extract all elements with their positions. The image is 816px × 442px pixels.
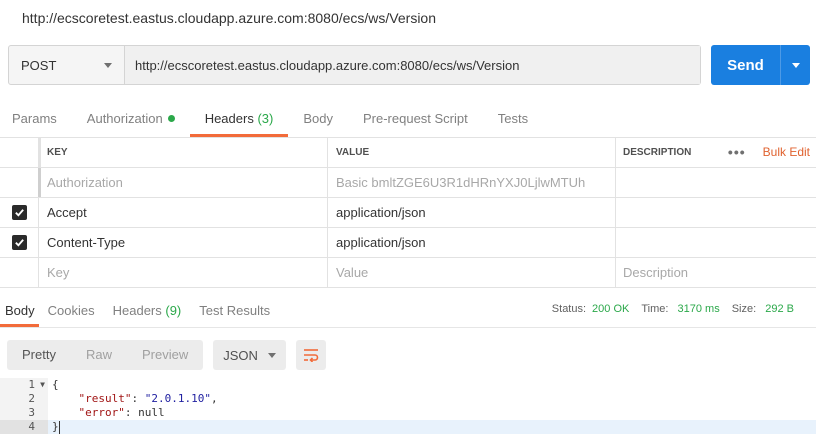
chevron-down-icon — [791, 62, 800, 68]
send-button[interactable]: Send — [711, 45, 780, 85]
status-dot-icon — [167, 115, 175, 122]
table-row-new: Key Value Description — [0, 258, 816, 288]
size-label: Size: — [731, 303, 757, 315]
raw-button[interactable]: Raw — [71, 340, 127, 370]
table-header-check-cell — [0, 138, 38, 167]
column-header-value: VALUE — [327, 138, 615, 167]
bulk-edit-link[interactable]: Bulk Edit — [763, 138, 810, 167]
chevron-down-icon — [104, 62, 112, 68]
table-header-actions: ••• Bulk Edit — [728, 138, 810, 167]
header-key-cell[interactable]: Authorization — [38, 168, 327, 197]
code-text: "error": null — [78, 406, 165, 419]
line-number: 3 — [0, 406, 48, 420]
preview-button[interactable]: Preview — [127, 340, 203, 370]
row-check-cell — [0, 258, 38, 287]
json-value: "2.0.1.10" — [144, 392, 211, 405]
code-text: "result": "2.0.1.10", — [78, 392, 218, 405]
checkbox-checked[interactable] — [11, 205, 27, 220]
new-key-input[interactable]: Key — [38, 258, 327, 287]
header-value-cell[interactable]: application/json — [327, 228, 615, 257]
table-header-row: KEY VALUE DESCRIPTION ••• Bulk Edit — [0, 138, 816, 168]
response-status: Status: 200 OK Time: 3170 ms Size: 292 B — [552, 294, 794, 327]
method-label: POST — [21, 57, 57, 73]
header-description-cell[interactable] — [615, 198, 816, 227]
header-description-cell[interactable] — [615, 168, 816, 197]
tab-test-results[interactable]: Test Results — [190, 294, 279, 327]
checkbox-checked[interactable] — [11, 235, 27, 250]
column-header-description: DESCRIPTION ••• Bulk Edit — [615, 138, 816, 167]
tab-body[interactable]: Body — [288, 104, 348, 137]
status-label: Status: — [551, 303, 587, 315]
response-toolbar: Pretty Raw Preview JSON — [7, 340, 327, 370]
tab-response-body[interactable]: Body — [0, 294, 39, 327]
fold-arrow-icon[interactable]: ▼ — [40, 378, 45, 392]
json-key: "error" — [78, 406, 125, 419]
tab-cookies[interactable]: Cookies — [39, 294, 104, 327]
format-label: JSON — [223, 347, 258, 363]
tab-authorization[interactable]: Authorization — [72, 104, 190, 137]
code-text: } — [52, 420, 60, 434]
table-row: Content-Type application/json — [0, 228, 816, 258]
table-row: Accept application/json — [0, 198, 816, 228]
request-bar: POST — [8, 45, 701, 85]
header-key-cell[interactable]: Accept — [38, 198, 327, 227]
chevron-down-icon — [268, 352, 277, 358]
tab-params[interactable]: Params — [0, 104, 72, 137]
code-line: 3 "error": null — [0, 406, 816, 420]
response-headers-count-badge: (9) — [165, 303, 182, 318]
tab-response-headers[interactable]: Headers (9) — [104, 294, 191, 327]
send-options-button[interactable] — [780, 45, 810, 85]
tab-label: Headers — [112, 303, 162, 318]
new-description-input[interactable]: Description — [615, 258, 816, 287]
row-check-cell[interactable] — [0, 168, 38, 197]
line-number: 1 ▼ — [0, 378, 48, 392]
size-value[interactable]: 292 B — [765, 303, 794, 315]
header-key-cell[interactable]: Content-Type — [38, 228, 327, 257]
headers-count-badge: (3) — [257, 111, 274, 126]
new-value-input[interactable]: Value — [327, 258, 615, 287]
tab-pre-request-script[interactable]: Pre-request Script — [348, 104, 483, 137]
column-header-description-label: DESCRIPTION — [623, 147, 692, 158]
headers-table: KEY VALUE DESCRIPTION ••• Bulk Edit Auth… — [0, 137, 816, 288]
tab-label: Authorization — [86, 111, 163, 126]
status-badge[interactable]: 200 OK — [592, 303, 629, 315]
json-value: null — [138, 406, 165, 419]
wrap-lines-icon — [304, 349, 319, 362]
time-value[interactable]: 3170 ms — [678, 303, 720, 315]
code-line: 1 ▼ { — [0, 378, 816, 392]
line-number: 2 — [0, 392, 48, 406]
row-check-cell — [0, 228, 38, 257]
checkmark-icon — [14, 239, 24, 247]
request-tabs: Params Authorization Headers (3) Body Pr… — [0, 104, 816, 137]
view-mode-group: Pretty Raw Preview — [7, 340, 204, 370]
pretty-button[interactable]: Pretty — [7, 340, 71, 370]
line-number: 4 — [0, 420, 48, 434]
response-body-editor[interactable]: 1 ▼ { 2 "result": "2.0.1.10", 3 "error": … — [0, 378, 816, 442]
tab-tests[interactable]: Tests — [483, 104, 543, 137]
header-description-cell[interactable] — [615, 228, 816, 257]
format-select[interactable]: JSON — [213, 340, 287, 370]
header-value-cell[interactable]: application/json — [327, 198, 615, 227]
code-line: 2 "result": "2.0.1.10", — [0, 392, 816, 406]
table-row: Authorization Basic bmltZGE6U3R1dHRnYXJ0… — [0, 168, 816, 198]
column-header-key: KEY — [38, 138, 327, 167]
header-value-cell[interactable]: Basic bmltZGE6U3R1dHRnYXJ0LjlwMTUh — [327, 168, 615, 197]
tab-label: Headers — [204, 111, 254, 126]
method-select[interactable]: POST — [9, 46, 125, 84]
row-check-cell — [0, 198, 38, 227]
time-label: Time: — [641, 303, 669, 315]
more-options-icon[interactable]: ••• — [728, 138, 746, 167]
send-group: Send — [711, 45, 810, 85]
json-key: "result" — [78, 392, 132, 405]
response-tabs: Body Cookies Headers (9) Test Results St… — [0, 294, 816, 328]
wrap-lines-button[interactable] — [296, 340, 327, 370]
code-line: 4 } — [0, 420, 816, 434]
text-cursor — [58, 420, 60, 434]
tab-headers[interactable]: Headers (3) — [189, 104, 289, 137]
checkmark-icon — [14, 209, 24, 217]
window-title: http://ecscoretest.eastus.cloudapp.azure… — [22, 10, 437, 26]
code-text: { — [52, 378, 59, 391]
url-input[interactable] — [125, 46, 700, 84]
